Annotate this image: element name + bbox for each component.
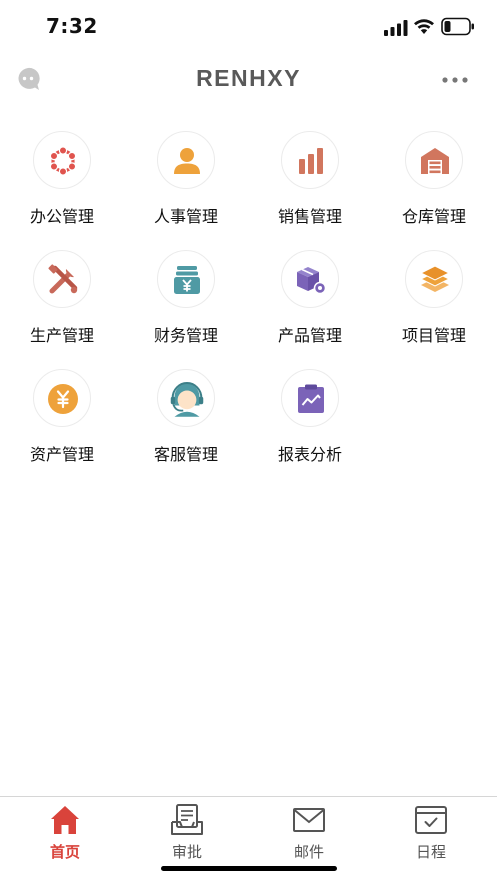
module-label: 项目管理: [401, 326, 466, 345]
report-icon: [298, 384, 324, 413]
tab-label: 首页: [49, 843, 80, 861]
module-customer-service[interactable]: 客服管理: [131, 369, 241, 479]
module-reports[interactable]: 报表分析: [255, 369, 365, 479]
bar-chart-icon: [299, 148, 323, 174]
module-label: 仓库管理: [401, 207, 466, 226]
module-label: 生产管理: [29, 326, 94, 345]
coin-icon: [48, 384, 78, 414]
customer-service-icon: [170, 382, 204, 417]
home-icon: [51, 806, 79, 834]
tab-approval[interactable]: 审批: [147, 803, 227, 861]
mail-icon: [293, 808, 325, 832]
module-hr[interactable]: 人事管理: [131, 131, 241, 241]
module-label: 办公管理: [29, 207, 94, 226]
module-sales[interactable]: 销售管理: [255, 131, 365, 241]
tools-icon: [48, 264, 78, 294]
money-box-icon: [174, 266, 200, 294]
module-production[interactable]: 生产管理: [7, 250, 117, 360]
module-label: 销售管理: [277, 207, 342, 226]
module-label: 人事管理: [153, 207, 218, 226]
nav-bar: RENHXY: [0, 52, 497, 108]
app-brand-title: RENHXY: [196, 65, 301, 91]
module-label: 财务管理: [153, 326, 218, 345]
wifi-icon: [414, 19, 434, 34]
module-assets[interactable]: 资产管理: [7, 369, 117, 479]
module-label: 资产管理: [29, 445, 94, 464]
cellular-signal-icon: [384, 20, 408, 36]
module-label: 报表分析: [277, 445, 342, 464]
tab-schedule[interactable]: 日程: [391, 803, 471, 861]
tab-mail[interactable]: 邮件: [269, 803, 349, 861]
layers-icon: [419, 265, 451, 292]
battery-icon: [441, 17, 474, 36]
home-indicator[interactable]: [161, 866, 337, 871]
module-project[interactable]: 项目管理: [379, 250, 489, 360]
product-box-icon: [297, 267, 327, 295]
status-time: 7:32: [46, 14, 98, 38]
tab-home[interactable]: 首页: [25, 803, 105, 861]
module-product[interactable]: 产品管理: [255, 250, 365, 360]
warehouse-icon: [421, 148, 449, 174]
status-bar: 7:32: [0, 0, 497, 52]
approval-inbox-icon: [171, 804, 203, 835]
module-label: 客服管理: [153, 445, 218, 464]
tab-label: 邮件: [293, 843, 324, 861]
person-icon: [174, 148, 200, 174]
module-office[interactable]: 办公管理: [7, 131, 117, 241]
module-label: 产品管理: [277, 326, 342, 345]
calendar-icon: [415, 806, 447, 834]
module-warehouse[interactable]: 仓库管理: [379, 131, 489, 241]
more-icon[interactable]: [440, 72, 470, 88]
tab-label: 日程: [415, 843, 446, 861]
office-network-icon: [49, 146, 77, 176]
module-finance[interactable]: 财务管理: [131, 250, 241, 360]
tab-label: 审批: [171, 843, 202, 861]
